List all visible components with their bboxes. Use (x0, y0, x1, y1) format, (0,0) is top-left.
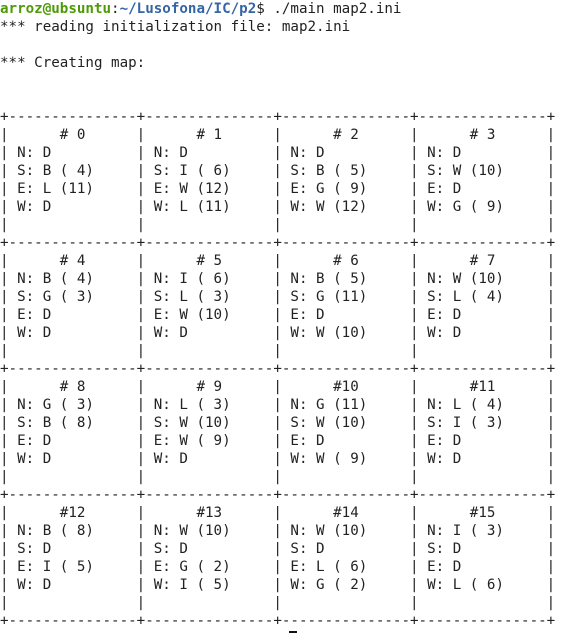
map-cell-row: | | | | | (0, 469, 556, 485)
prompt-user-host: arroz@ubsuntu (0, 1, 112, 17)
map-border-line: +---------------+---------------+-------… (0, 487, 556, 503)
map-cell-row: | N: D | N: D | N: D | N: D | (0, 145, 556, 161)
map-cell-row: | E: I ( 5) | E: G ( 2) | E: L ( 6) | E:… (0, 559, 556, 575)
map-cell-row: | E: L (11) | E: W (12) | E: G ( 9) | E:… (0, 181, 556, 197)
output-line: *** Creating map: (0, 55, 146, 71)
map-cell-row: | S: B ( 4) | S: I ( 6) | S: B ( 5) | S:… (0, 163, 556, 179)
prompt-line: arroz@ubsuntu:~/Lusofona/IC/p2$ ./main m… (0, 0, 401, 18)
map-cell-row: | S: D | S: D | S: D | S: D | (0, 541, 556, 557)
map-cell-row: | # 0 | # 1 | # 2 | # 3 | (0, 127, 556, 143)
map-border-line: +---------------+---------------+-------… (0, 109, 556, 125)
map-border-line: +---------------+---------------+-------… (0, 361, 556, 377)
output-line: *** reading initialization file: map2.in… (0, 19, 351, 35)
prompt-colon: : (111, 1, 120, 17)
prompt-symbol: $ (256, 1, 265, 17)
prompt-command: ./main map2.ini (264, 1, 402, 17)
map-cell-row: | W: D | W: I ( 5) | W: G ( 2) | W: L ( … (0, 577, 556, 593)
map-cell-row: | | | | | (0, 595, 556, 611)
map-border-line: +---------------+---------------+-------… (0, 235, 556, 251)
map-cell-row: | #12 | #13 | #14 | #15 | (0, 505, 556, 521)
map-cell-row: | | | | | (0, 217, 556, 233)
map-cell-row: | N: B ( 4) | N: I ( 6) | N: B ( 5) | N:… (0, 271, 556, 287)
prompt-path: ~/Lusofona/IC/p2 (119, 1, 257, 17)
map-cell-row: | S: B ( 8) | S: W (10) | S: W (10) | S:… (0, 415, 556, 431)
map-cell-row: | E: D | E: W ( 9) | E: D | E: D | (0, 433, 556, 449)
map-cell-row: | W: D | W: L (11) | W: W (12) | W: G ( … (0, 199, 556, 215)
map-cell-row: | N: G ( 3) | N: L ( 3) | N: G (11) | N:… (0, 397, 556, 413)
map-cell-row: | # 4 | # 5 | # 6 | # 7 | (0, 253, 556, 269)
map-cell-row: | W: D | W: D | W: W ( 9) | W: D | (0, 451, 556, 467)
map-cell-row: | N: B ( 8) | N: W (10) | N: W (10) | N:… (0, 523, 556, 539)
map-cell-row: | W: D | W: D | W: W (10) | W: D | (0, 325, 556, 341)
map-cell-row: | | | | | (0, 343, 556, 359)
map-cell-row: | # 8 | # 9 | #10 | #11 | (0, 379, 556, 395)
map-cell-row: | E: D | E: W (10) | E: D | E: D | (0, 307, 556, 323)
terminal-window[interactable]: arroz@ubsuntu:~/Lusofona/IC/p2$ ./main m… (0, 0, 563, 633)
map-cell-row: | S: G ( 3) | S: L ( 3) | S: G (11) | S:… (0, 289, 556, 305)
map-border-line: +---------------+---------------+-------… (0, 613, 556, 629)
